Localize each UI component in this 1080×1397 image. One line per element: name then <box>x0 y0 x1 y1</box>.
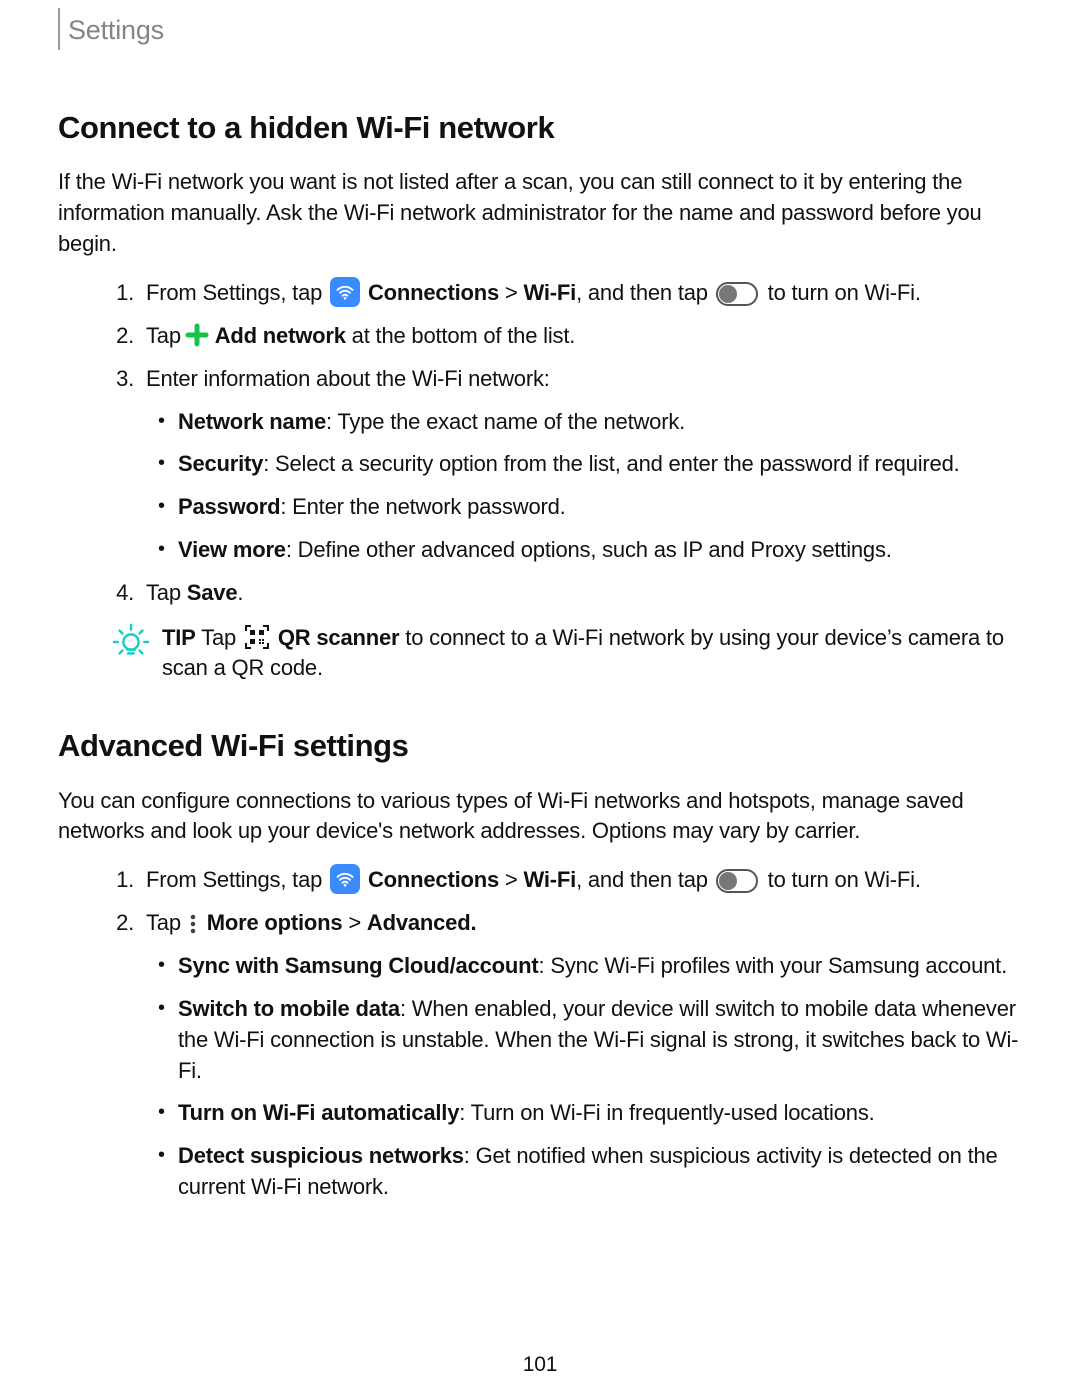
steps-hidden-wifi: From Settings, tap Connections > Wi-Fi, … <box>58 278 1022 609</box>
list-item: View more: Define other advanced options… <box>152 535 1022 566</box>
steps-advanced-wifi: From Settings, tap Connections > Wi-Fi, … <box>58 865 1022 1203</box>
label: Switch to mobile data <box>178 996 400 1021</box>
text: From Settings, tap <box>146 867 328 892</box>
text: to turn on Wi-Fi. <box>768 867 921 892</box>
text: at the bottom of the list. <box>352 323 575 348</box>
header-rule <box>58 8 60 50</box>
text: , and then tap <box>576 280 714 305</box>
gt: > <box>499 867 523 892</box>
wifi-label: Wi-Fi <box>524 867 577 892</box>
wifi-label: Wi-Fi <box>524 280 577 305</box>
step-1: From Settings, tap Connections > Wi-Fi, … <box>140 865 1022 896</box>
list-item: Sync with Samsung Cloud/account: Sync Wi… <box>152 951 1022 982</box>
step-4: Tap Save. <box>140 578 1022 609</box>
tip: TIP Tap QR scanner to connect to a Wi-Fi… <box>112 623 1022 685</box>
text: , and then tap <box>576 867 714 892</box>
connections-icon <box>330 864 360 894</box>
label: Turn on Wi-Fi automatically <box>178 1100 459 1125</box>
tip-label: TIP <box>162 625 196 650</box>
lead-advanced-wifi: You can configure connections to various… <box>58 786 1022 848</box>
page: Settings Connect to a hidden Wi-Fi netwo… <box>0 0 1080 1397</box>
toggle-icon <box>716 869 758 893</box>
step-1: From Settings, tap Connections > Wi-Fi, … <box>140 278 1022 309</box>
list-item: Password: Enter the network password. <box>152 492 1022 523</box>
heading-hidden-wifi: Connect to a hidden Wi-Fi network <box>58 106 1022 149</box>
text: Tap <box>196 625 242 650</box>
text: : Select a security option from the list… <box>263 451 959 476</box>
list-item: Turn on Wi-Fi automatically: Turn on Wi-… <box>152 1098 1022 1129</box>
list-item: Security: Select a security option from … <box>152 449 1022 480</box>
text: : Enter the network password. <box>280 494 565 519</box>
text: : Define other advanced options, such as… <box>286 537 892 562</box>
advanced-label: Advanced. <box>367 910 476 935</box>
connections-label: Connections <box>368 280 499 305</box>
text: to turn on Wi-Fi. <box>768 280 921 305</box>
step-2: Tap More options > Advanced. Sync with S… <box>140 908 1022 1202</box>
gt: > <box>499 280 523 305</box>
save-label: Save <box>187 580 238 605</box>
text: : Turn on Wi-Fi in frequently-used locat… <box>459 1100 874 1125</box>
breadcrumb: Settings <box>68 12 164 50</box>
text: Tap <box>146 910 187 935</box>
more-options-label: More options <box>207 910 343 935</box>
add-network-label: Add network <box>215 323 346 348</box>
lightbulb-icon <box>112 623 150 661</box>
label: View more <box>178 537 286 562</box>
tip-text: TIP Tap QR scanner to connect to a Wi-Fi… <box>162 623 1022 685</box>
heading-advanced-wifi: Advanced Wi-Fi settings <box>58 724 1022 767</box>
step-2: Tap Add network at the bottom of the lis… <box>140 321 1022 352</box>
label: Detect suspicious networks <box>178 1143 464 1168</box>
qr-scanner-label: QR scanner <box>278 625 400 650</box>
more-options-icon <box>187 912 201 936</box>
text: Tap <box>146 580 187 605</box>
page-number: 101 <box>0 1350 1080 1379</box>
plus-icon <box>185 323 209 347</box>
list-item: Detect suspicious networks: Get notified… <box>152 1141 1022 1203</box>
substeps: Network name: Type the exact name of the… <box>152 407 1022 566</box>
label: Sync with Samsung Cloud/account <box>178 953 539 978</box>
text: : Type the exact name of the network. <box>326 409 685 434</box>
connections-label: Connections <box>368 867 499 892</box>
list-item: Network name: Type the exact name of the… <box>152 407 1022 438</box>
substeps: Sync with Samsung Cloud/account: Sync Wi… <box>152 951 1022 1203</box>
text: : Sync Wi-Fi profiles with your Samsung … <box>539 953 1007 978</box>
list-item: Switch to mobile data: When enabled, you… <box>152 994 1022 1086</box>
label: Security <box>178 451 263 476</box>
text: . <box>237 580 243 605</box>
text: Tap <box>146 323 187 348</box>
label: Network name <box>178 409 326 434</box>
step-3: Enter information about the Wi-Fi networ… <box>140 364 1022 566</box>
toggle-icon <box>716 282 758 306</box>
label: Password <box>178 494 280 519</box>
text: From Settings, tap <box>146 280 328 305</box>
gt: > <box>342 910 366 935</box>
lead-hidden-wifi: If the Wi-Fi network you want is not lis… <box>58 167 1022 259</box>
text: Enter information about the Wi-Fi networ… <box>146 366 550 391</box>
qr-icon <box>244 624 270 650</box>
connections-icon <box>330 277 360 307</box>
